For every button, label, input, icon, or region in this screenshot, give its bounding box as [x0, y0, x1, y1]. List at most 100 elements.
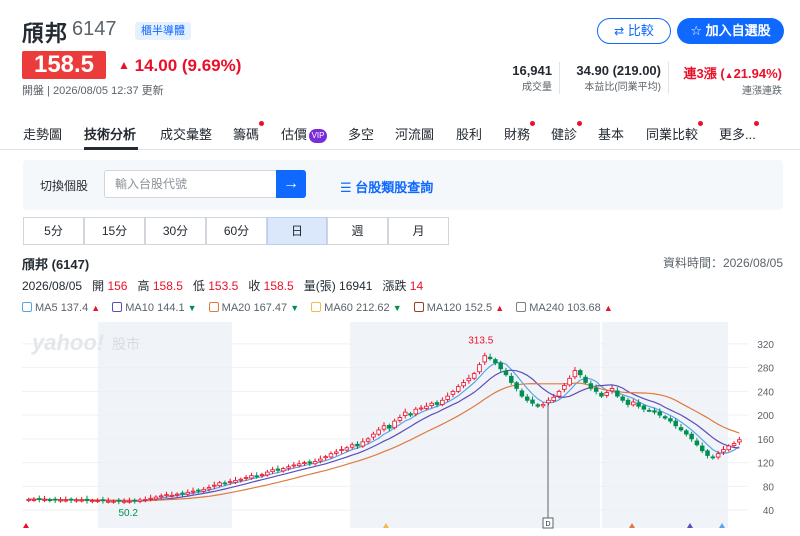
- ma120-legend[interactable]: MA120 152.5 ▲: [413, 302, 504, 314]
- candle-body: [47, 499, 53, 501]
- add-watchlist-button[interactable]: ☆ 加入自選股: [677, 18, 784, 44]
- stock-name: 頎邦: [22, 21, 69, 46]
- candle-body: [376, 429, 381, 435]
- candle-body: [461, 382, 466, 387]
- notification-dot: [754, 121, 759, 126]
- tab-river[interactable]: 河流圖: [395, 124, 434, 143]
- candle-body: [546, 399, 551, 404]
- stock-code-input[interactable]: [104, 170, 276, 198]
- streak-text: 連3漲 (: [683, 66, 725, 81]
- tab-bull-bear[interactable]: 多空: [348, 124, 374, 143]
- candle-body: [599, 392, 604, 397]
- ma240-legend[interactable]: MA240 103.68 ▲: [516, 302, 613, 314]
- candle-body: [217, 482, 222, 487]
- compare-icon: ⇄: [614, 24, 625, 38]
- ma20-legend[interactable]: MA20 167.47 ▼: [208, 302, 300, 314]
- tab-trades[interactable]: 成交彙整: [160, 124, 212, 143]
- period-5min[interactable]: 5分: [23, 217, 84, 245]
- tab-financial[interactable]: 財務: [504, 124, 530, 143]
- pe-value: 34.90 (219.00): [576, 63, 661, 78]
- candle-body: [196, 489, 201, 492]
- tab-more[interactable]: 更多...: [719, 124, 756, 143]
- candle-body: [360, 441, 366, 447]
- vip-badge: VIP: [309, 128, 328, 143]
- candle-body: [721, 449, 726, 453]
- arrow-right-icon: →: [283, 175, 299, 192]
- period-month[interactable]: 月: [388, 217, 449, 245]
- y-tick-label: 120: [757, 459, 774, 470]
- candle-body: [318, 458, 323, 462]
- stat-divider: [559, 62, 560, 94]
- y-tick-label: 240: [757, 387, 774, 398]
- ma-label: MA5: [35, 302, 58, 314]
- streak-label: 連漲連跌: [742, 86, 782, 97]
- category-query-link[interactable]: ☰ 台股類股查詢: [340, 177, 433, 196]
- ma-label: MA120: [426, 302, 462, 314]
- candle-body: [567, 377, 572, 386]
- candle-body: [132, 499, 137, 502]
- tab-health[interactable]: 健診: [551, 124, 577, 143]
- tab-trend[interactable]: 走勢圖: [23, 124, 62, 143]
- period-30min[interactable]: 30分: [145, 217, 206, 245]
- candle-body: [31, 499, 37, 501]
- volume-label: 成交量: [522, 82, 552, 93]
- period-week[interactable]: 週: [327, 217, 388, 245]
- streak-stat: 連3漲 (▲21.94%) 連漲連跌: [683, 63, 782, 97]
- candle-body: [392, 420, 397, 429]
- notification-dot: [259, 121, 264, 126]
- low-value: 153.5: [208, 279, 239, 293]
- candle-body: [174, 493, 180, 496]
- tab-dividend[interactable]: 股利: [456, 124, 482, 143]
- checkbox-icon: [22, 302, 32, 312]
- candle-body: [275, 468, 281, 471]
- candle-body: [726, 445, 731, 451]
- candle-body: [477, 364, 482, 373]
- period-day[interactable]: 日: [267, 217, 327, 245]
- tab-basic[interactable]: 基本: [598, 124, 624, 143]
- candle-body: [694, 440, 700, 446]
- stat-divider: [668, 62, 669, 94]
- period-15min[interactable]: 15分: [84, 217, 145, 245]
- tab-chips[interactable]: 籌碼: [233, 124, 259, 143]
- industry-tag[interactable]: 櫃半導體: [135, 22, 191, 40]
- candle-body: [455, 386, 461, 392]
- close-label: 收: [248, 279, 261, 293]
- ma60-legend[interactable]: MA60 212.62 ▼: [311, 302, 402, 314]
- candle-body: [387, 424, 392, 429]
- candle-body: [641, 405, 647, 410]
- tab-bar: 走勢圖 技術分析 成交彙整 籌碼 估價 VIP 多空 河流圖 股利 財務 健診 基…: [0, 120, 800, 150]
- candle-body: [668, 418, 673, 422]
- checkbox-icon: [311, 302, 322, 312]
- pe-stat: 34.90 (219.00) 本益比(同業平均): [576, 63, 661, 93]
- up-arrow-icon: ▲: [91, 303, 101, 313]
- candle-body: [535, 404, 541, 407]
- checkbox-icon: [413, 302, 424, 312]
- tab-valuation[interactable]: 估價 VIP: [281, 124, 328, 143]
- ma5-legend[interactable]: MA5 137.4 ▲: [22, 302, 100, 314]
- candle-body: [715, 453, 721, 458]
- candle-body: [631, 401, 636, 406]
- change-label: 漲跌: [382, 279, 407, 293]
- candle-body: [503, 370, 509, 376]
- candle-body: [710, 456, 716, 459]
- down-arrow-icon: ▼: [290, 303, 300, 313]
- candle-body: [646, 409, 652, 412]
- period-60min[interactable]: 60分: [206, 217, 267, 245]
- tab-technical[interactable]: 技術分析: [84, 124, 136, 143]
- candle-body: [111, 500, 116, 503]
- candle-body: [413, 408, 419, 415]
- tab-peer-compare[interactable]: 同業比較: [646, 124, 698, 143]
- candle-body: [169, 494, 175, 497]
- ohlc-date: 2026/08/05: [22, 279, 83, 293]
- ma10-legend[interactable]: MA10 144.1 ▼: [112, 302, 197, 314]
- dividend-marker-label: D: [545, 521, 550, 528]
- event-triangle: [23, 523, 29, 528]
- compare-button[interactable]: ⇄ 比較: [597, 18, 671, 44]
- price-change: ▲ 14.00 (9.69%): [118, 56, 241, 76]
- candle-body: [334, 451, 339, 454]
- candle-body: [365, 438, 371, 442]
- candle-body: [328, 453, 334, 458]
- search-submit-button[interactable]: →: [276, 170, 306, 198]
- active-tab-indicator: [84, 147, 138, 150]
- add-watchlist-label: 加入自選股: [705, 23, 771, 38]
